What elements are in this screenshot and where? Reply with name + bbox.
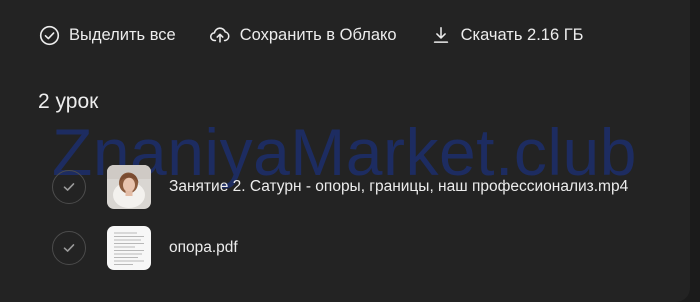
cloud-upload-icon (209, 24, 231, 46)
file-row[interactable]: Занятие 2. Сатурн - опоры, границы, наш … (52, 164, 628, 210)
pdf-preview-image (107, 226, 151, 270)
video-preview-image (107, 165, 151, 209)
video-thumbnail[interactable] (107, 165, 151, 209)
pdf-thumbnail[interactable] (107, 226, 151, 270)
download-label: Скачать 2.16 ГБ (460, 25, 584, 44)
save-to-cloud-label: Сохранить в Облако (239, 25, 397, 44)
check-circle-icon (38, 24, 60, 46)
download-button[interactable]: Скачать 2.16 ГБ (430, 24, 584, 46)
download-icon (430, 24, 452, 46)
file-name[interactable]: опора.pdf (169, 239, 238, 257)
save-to-cloud-button[interactable]: Сохранить в Облако (209, 24, 397, 46)
checkmark-icon (63, 244, 75, 252)
file-name[interactable]: Занятие 2. Сатурн - опоры, границы, наш … (169, 178, 628, 196)
file-row[interactable]: опора.pdf (52, 225, 238, 271)
folder-title: 2 урок (38, 90, 99, 113)
checkmark-icon (63, 183, 75, 191)
page: Выделить все Сохранить в Облако Скачать … (0, 0, 700, 302)
file-select-checkbox[interactable] (52, 231, 86, 265)
toolbar: Выделить все Сохранить в Облако Скачать … (38, 22, 584, 48)
file-select-checkbox[interactable] (52, 170, 86, 204)
select-all-button[interactable]: Выделить все (38, 24, 176, 46)
file-panel: Выделить все Сохранить в Облако Скачать … (0, 0, 690, 302)
select-all-label: Выделить все (69, 25, 176, 44)
